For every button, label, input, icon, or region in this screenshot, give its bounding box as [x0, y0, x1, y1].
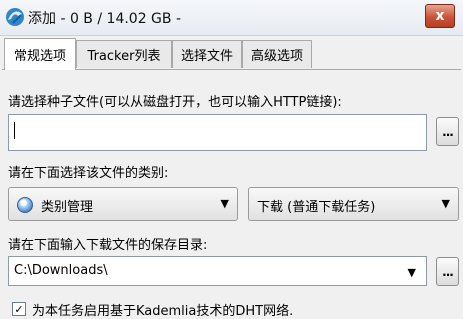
category-prompt: 请在下面选择该文件的类别:	[8, 166, 169, 181]
category-value: 类别管理	[41, 200, 94, 215]
save-dir-value: C:\Downloads\	[14, 263, 108, 278]
tab-label: Tracker列表	[87, 49, 161, 64]
app-icon	[6, 8, 24, 26]
tab-select-files[interactable]: 选择文件	[172, 40, 242, 68]
tab-label: 常规选项	[13, 49, 66, 64]
save-dir-combo[interactable]: C:\Downloads\ ▼	[8, 256, 427, 286]
chevron-down-icon: ▼	[407, 266, 416, 279]
title-bar[interactable]: 添加 - 0 B / 14.02 GB - x	[0, 0, 463, 36]
torrent-prompt: 请选择种子文件(可以从磁盘打开，也可以输入HTTP链接):	[8, 95, 342, 110]
close-icon: x	[435, 8, 445, 24]
browse-save-dir-button[interactable]: ...	[436, 257, 459, 286]
category-icon	[17, 197, 33, 213]
chevron-down-icon: ▼	[220, 197, 229, 210]
dht-checkbox[interactable]: ✓	[12, 302, 26, 316]
category-select[interactable]: 类别管理 ▼	[8, 187, 238, 221]
chevron-down-icon: ▼	[441, 197, 450, 210]
ellipsis-icon: ...	[442, 124, 454, 139]
torrent-input[interactable]	[8, 114, 427, 151]
tab-label: 高级选项	[250, 49, 303, 64]
text-caret	[14, 122, 15, 139]
close-button[interactable]: x	[425, 4, 455, 28]
download-type-select[interactable]: 下载 (普通下载任务) ▼	[248, 187, 459, 221]
dht-label[interactable]: 为本任务启用基于Kademlia技术的DHT网络.	[32, 300, 293, 319]
tab-tracker-list[interactable]: Tracker列表	[76, 40, 172, 68]
window-title: 添加 - 0 B / 14.02 GB -	[28, 11, 182, 27]
tab-advanced[interactable]: 高级选项	[242, 40, 312, 68]
browse-torrent-button[interactable]: ...	[436, 117, 459, 146]
tab-general[interactable]: 常规选项	[4, 38, 76, 70]
tab-label: 选择文件	[180, 49, 233, 64]
download-type-value: 下载 (普通下载任务)	[257, 200, 376, 215]
add-task-dialog: 添加 - 0 B / 14.02 GB - x 常规选项 Tracker列表 选…	[0, 0, 463, 319]
check-icon: ✓	[14, 302, 24, 316]
ellipsis-icon: ...	[442, 264, 454, 279]
save-dir-prompt: 请在下面输入下载文件的保存目录:	[8, 238, 208, 253]
